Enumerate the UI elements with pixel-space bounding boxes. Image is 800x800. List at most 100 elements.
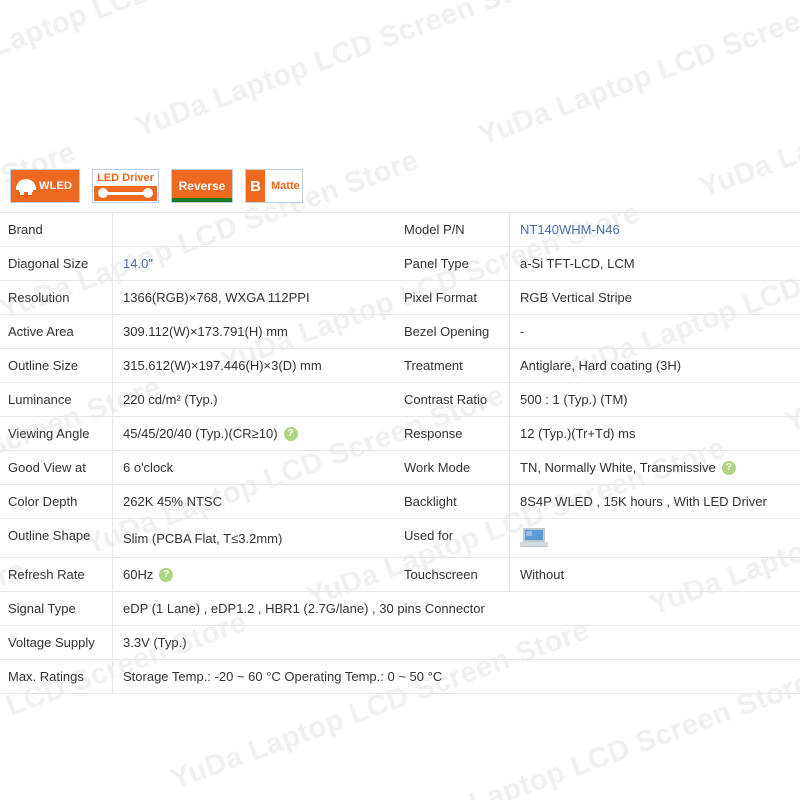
spec-value: 500 : 1 (Typ.) (TM) bbox=[510, 383, 800, 416]
table-row: Color Depth 262K 45% NTSC Backlight 8S4P… bbox=[0, 484, 800, 518]
spec-key: Model P/N bbox=[400, 213, 510, 246]
spec-pair-left: Active Area 309.112(W)×173.791(H) mm bbox=[0, 315, 400, 348]
spec-value-text: 262K 45% NTSC bbox=[123, 494, 222, 509]
spec-value: - bbox=[510, 315, 800, 348]
spec-value-text: - bbox=[520, 324, 525, 339]
spec-key: Signal Type bbox=[0, 592, 113, 625]
help-icon[interactable]: ? bbox=[159, 567, 174, 582]
spec-value-model-pn: NT140WHM-N46 bbox=[510, 213, 800, 246]
spec-value: 8S4P WLED , 15K hours , With LED Driver bbox=[510, 485, 800, 518]
spec-value-used-for bbox=[510, 519, 800, 557]
feature-badge-strip: WLED LED Driver Reverse B Matte bbox=[10, 168, 303, 204]
spec-pair-left: Refresh Rate 60Hz ? bbox=[0, 558, 400, 591]
spec-key: Backlight bbox=[400, 485, 510, 518]
table-row: Active Area 309.112(W)×173.791(H) mm Bez… bbox=[0, 314, 800, 348]
spec-value: 1366(RGB)×768, WXGA 112PPI bbox=[113, 281, 400, 314]
spec-key: Voltage Supply bbox=[0, 626, 113, 659]
badge-matte-label: Matte bbox=[271, 180, 300, 192]
spec-value-diagonal-size: 14.0" bbox=[113, 247, 400, 280]
spec-key: Active Area bbox=[0, 315, 113, 348]
spec-pair-right: Contrast Ratio 500 : 1 (Typ.) (TM) bbox=[400, 383, 800, 416]
spec-value: 309.112(W)×173.791(H) mm bbox=[113, 315, 400, 348]
spec-pair-right: Model P/N NT140WHM-N46 bbox=[400, 213, 800, 246]
spec-key: Good View at bbox=[0, 451, 113, 484]
spec-key: Work Mode bbox=[400, 451, 510, 484]
spec-key: Panel Type bbox=[400, 247, 510, 280]
laptop-icon bbox=[520, 528, 548, 548]
spec-pair-right: Used for bbox=[400, 519, 800, 557]
spec-value-text: 12 (Typ.)(Tr+Td) ms bbox=[520, 426, 636, 441]
spec-pair-right: Bezel Opening - bbox=[400, 315, 800, 348]
spec-value: Without bbox=[510, 558, 800, 591]
badge-reverse[interactable]: Reverse bbox=[171, 169, 233, 203]
badge-led-driver[interactable]: LED Driver bbox=[92, 169, 159, 203]
spec-value-text: 8S4P WLED , 15K hours , With LED Driver bbox=[520, 494, 767, 509]
spec-key: Bezel Opening bbox=[400, 315, 510, 348]
spec-value: Antiglare, Hard coating (3H) bbox=[510, 349, 800, 382]
table-row: Signal Type eDP (1 Lane) , eDP1.2 , HBR1… bbox=[0, 591, 800, 625]
table-row: Max. Ratings Storage Temp.: -20 ~ 60 °C … bbox=[0, 659, 800, 694]
spec-value: 45/45/20/40 (Typ.)(CR≥10) ? bbox=[113, 417, 400, 450]
spec-pair-left: Outline Shape Slim (PCBA Flat, T≤3.2mm) bbox=[0, 519, 400, 557]
spec-value: eDP (1 Lane) , eDP1.2 , HBR1 (2.7G/lane)… bbox=[113, 592, 800, 625]
help-icon[interactable]: ? bbox=[721, 460, 736, 475]
spec-value-text: Storage Temp.: -20 ~ 60 °C Operating Tem… bbox=[123, 669, 443, 684]
spec-pair-left: Diagonal Size 14.0" bbox=[0, 247, 400, 280]
spec-pair-right: Work Mode TN, Normally White, Transmissi… bbox=[400, 451, 800, 484]
spec-value-text: 309.112(W)×173.791(H) mm bbox=[123, 324, 288, 339]
spec-value: 262K 45% NTSC bbox=[113, 485, 400, 518]
badge-wled-label: WLED bbox=[39, 180, 73, 192]
spec-key: Refresh Rate bbox=[0, 558, 113, 591]
spec-value: 60Hz ? bbox=[113, 558, 400, 591]
spec-pair-left: Resolution 1366(RGB)×768, WXGA 112PPI bbox=[0, 281, 400, 314]
badge-reverse-label: Reverse bbox=[178, 179, 226, 193]
spec-key: Max. Ratings bbox=[0, 660, 113, 693]
spec-key: Viewing Angle bbox=[0, 417, 113, 450]
spec-key: Brand bbox=[0, 213, 113, 246]
spec-key: Pixel Format bbox=[400, 281, 510, 314]
spec-pair-left: Viewing Angle 45/45/20/40 (Typ.)(CR≥10) … bbox=[0, 417, 400, 450]
spec-value-text: 500 : 1 (Typ.) (TM) bbox=[520, 392, 628, 407]
spec-value-text: a-Si TFT-LCD, LCM bbox=[520, 256, 635, 271]
spec-value: RGB Vertical Stripe bbox=[510, 281, 800, 314]
spec-value bbox=[113, 213, 400, 246]
badge-matte[interactable]: B Matte bbox=[245, 169, 303, 203]
table-row: Good View at 6 o'clock Work Mode TN, Nor… bbox=[0, 450, 800, 484]
spec-value: Storage Temp.: -20 ~ 60 °C Operating Tem… bbox=[113, 660, 800, 693]
spec-value-text: TN, Normally White, Transmissive bbox=[520, 460, 716, 475]
badge-wled[interactable]: WLED bbox=[10, 169, 80, 203]
spec-pair-left: Outline Size 315.612(W)×197.446(H)×3(D) … bbox=[0, 349, 400, 382]
spec-pair-right: Touchscreen Without bbox=[400, 558, 800, 591]
spec-pair-right: Pixel Format RGB Vertical Stripe bbox=[400, 281, 800, 314]
spec-value-text: Antiglare, Hard coating (3H) bbox=[520, 358, 682, 373]
spec-value-text: 1366(RGB)×768, WXGA 112PPI bbox=[123, 290, 310, 305]
spec-value-text: NT140WHM-N46 bbox=[520, 222, 620, 237]
spec-key: Contrast Ratio bbox=[400, 383, 510, 416]
spec-key: Response bbox=[400, 417, 510, 450]
spec-value-text: 45/45/20/40 (Typ.)(CR≥10) bbox=[123, 426, 278, 441]
help-icon[interactable]: ? bbox=[283, 426, 298, 441]
lamp-icon bbox=[15, 175, 37, 197]
table-row: Viewing Angle 45/45/20/40 (Typ.)(CR≥10) … bbox=[0, 416, 800, 450]
spec-pair-left: Good View at 6 o'clock bbox=[0, 451, 400, 484]
spec-value-text: 60Hz bbox=[123, 567, 154, 582]
spec-value: 315.612(W)×197.446(H)×3(D) mm bbox=[113, 349, 400, 382]
table-row: Outline Shape Slim (PCBA Flat, T≤3.2mm) … bbox=[0, 518, 800, 557]
spec-pair-full: Voltage Supply 3.3V (Typ.) bbox=[0, 626, 800, 659]
spec-value-text: Slim (PCBA Flat, T≤3.2mm) bbox=[123, 530, 283, 546]
table-row: Luminance 220 cd/m² (Typ.) Contrast Rati… bbox=[0, 382, 800, 416]
spec-value-text: Without bbox=[520, 567, 565, 582]
spec-value: TN, Normally White, Transmissive ? bbox=[510, 451, 800, 484]
spec-value-text: 315.612(W)×197.446(H)×3(D) mm bbox=[123, 358, 322, 373]
spec-key: Luminance bbox=[0, 383, 113, 416]
table-row: Diagonal Size 14.0" Panel Type a-Si TFT-… bbox=[0, 246, 800, 280]
table-row: Refresh Rate 60Hz ? Touchscreen Without bbox=[0, 557, 800, 591]
spec-key: Touchscreen bbox=[400, 558, 510, 591]
table-row: Resolution 1366(RGB)×768, WXGA 112PPI Pi… bbox=[0, 280, 800, 314]
spec-value-text: eDP (1 Lane) , eDP1.2 , HBR1 (2.7G/lane)… bbox=[123, 601, 485, 616]
spec-pair-right: Treatment Antiglare, Hard coating (3H) bbox=[400, 349, 800, 382]
spec-value: 220 cd/m² (Typ.) bbox=[113, 383, 400, 416]
spec-key: Outline Size bbox=[0, 349, 113, 382]
b-mark-icon: B bbox=[246, 170, 265, 202]
spec-value: a-Si TFT-LCD, LCM bbox=[510, 247, 800, 280]
